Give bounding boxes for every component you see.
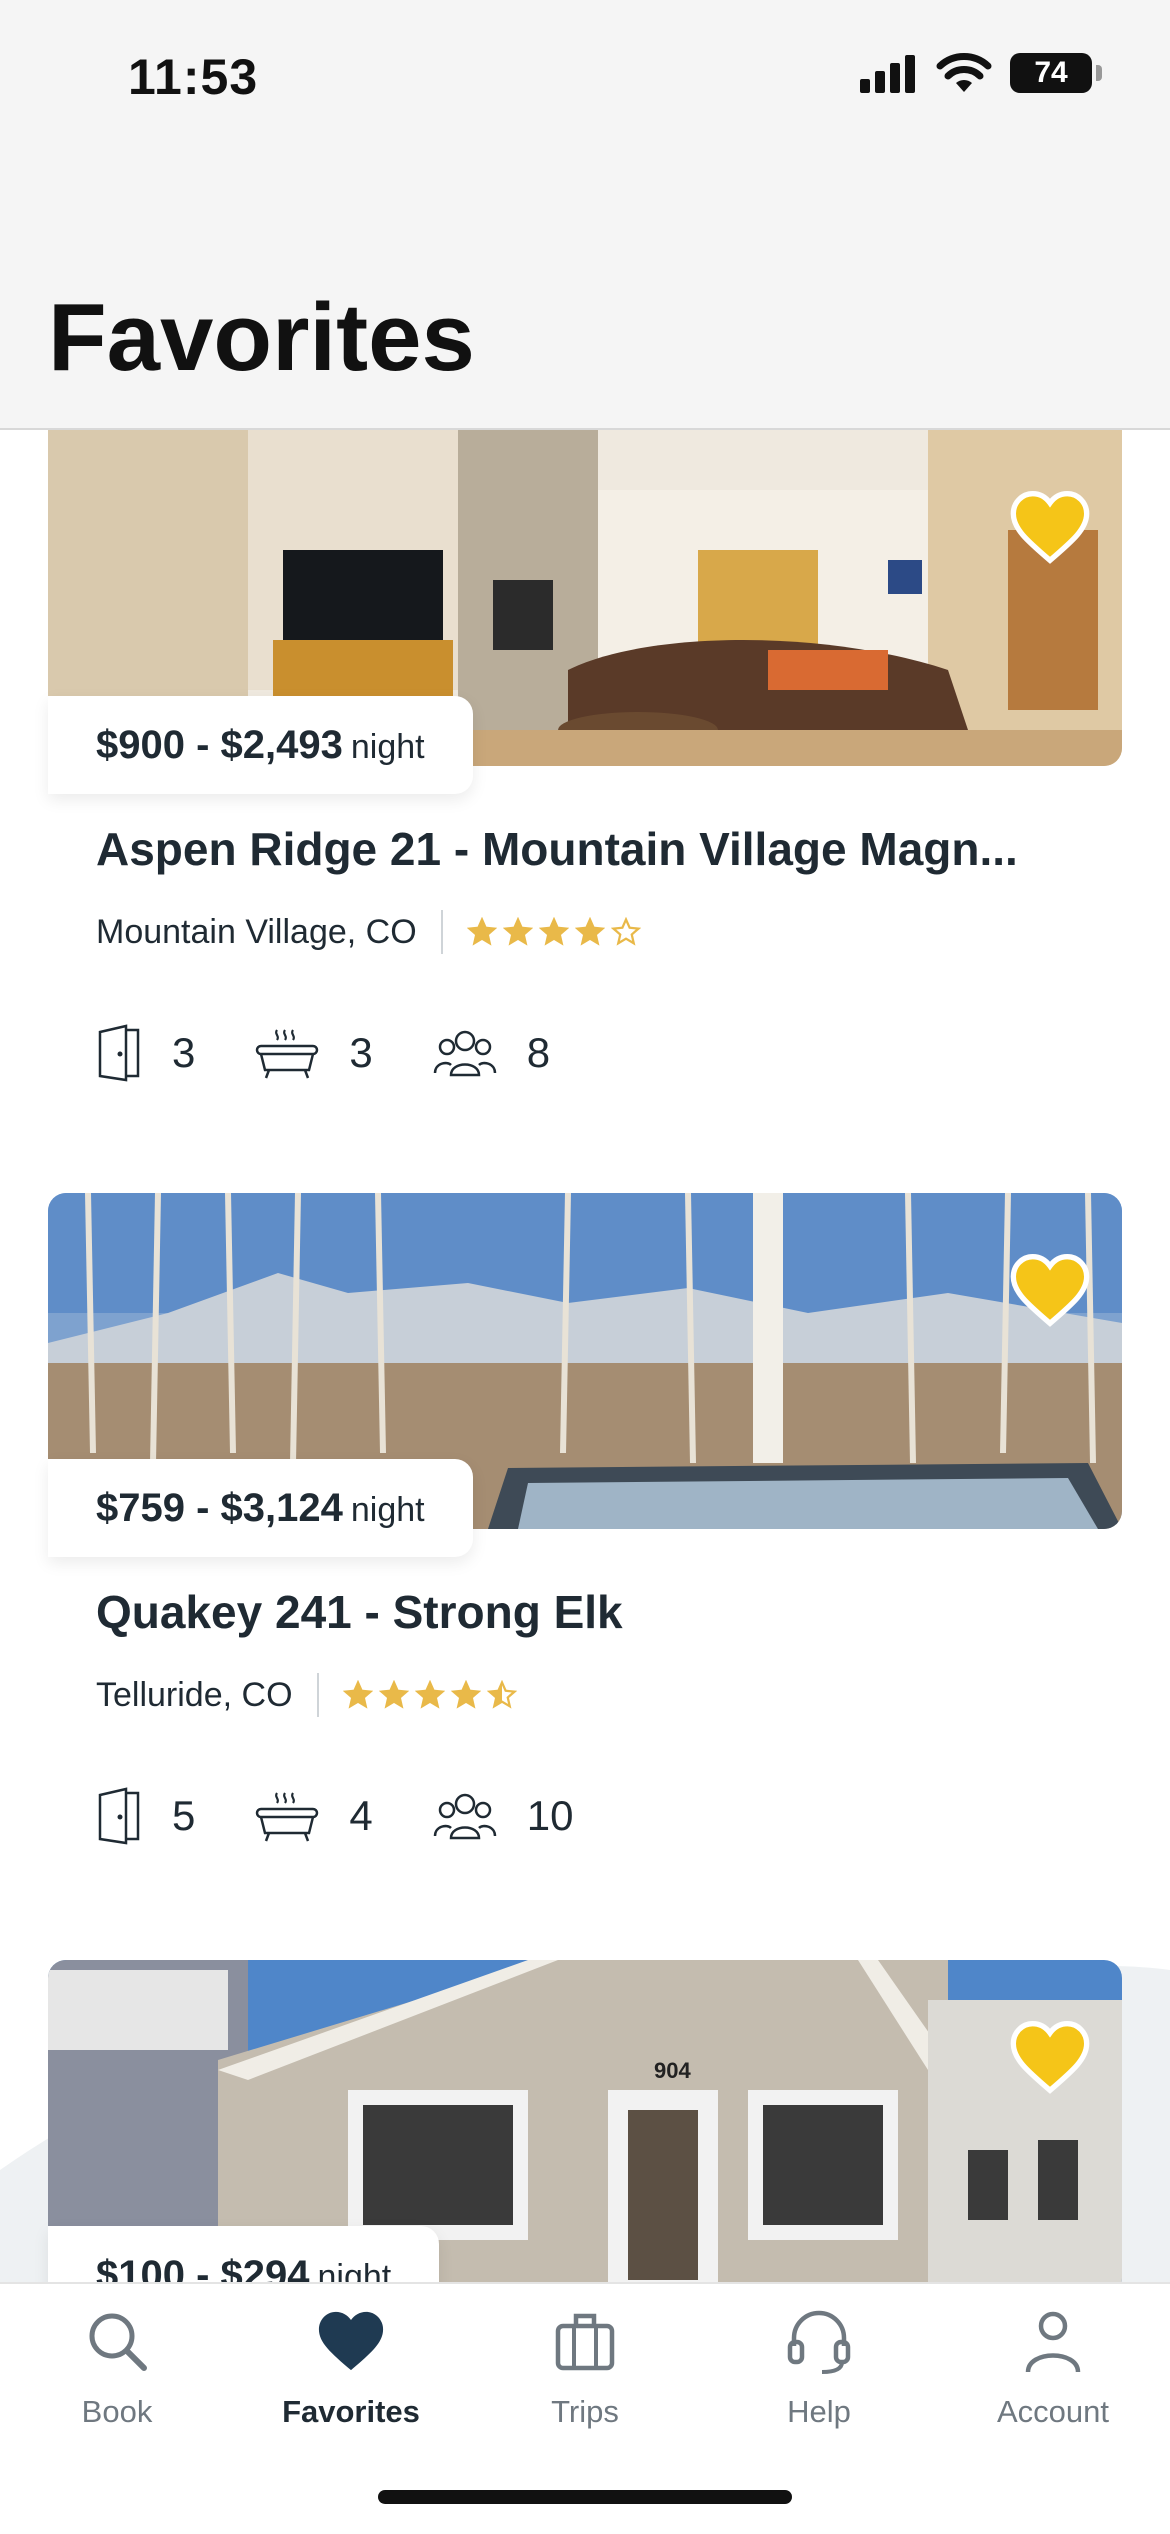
bathrooms: 3 (255, 1026, 373, 1080)
star-full-icon (502, 917, 533, 946)
guests: 10 (433, 1790, 574, 1842)
bathrooms: 4 (255, 1789, 373, 1843)
header: Favorites (0, 150, 1170, 430)
guests-icon (433, 1793, 496, 1840)
listing-card[interactable]: $900 - $2,493 night Aspen Ridge 21 - Mou… (48, 430, 1122, 1082)
star-full-icon (538, 917, 569, 946)
page-title: Favorites (48, 284, 475, 391)
guests-icon (433, 1030, 496, 1077)
favorite-heart-icon[interactable] (1010, 2020, 1090, 2094)
price-tag: $100 - $294 night (48, 2226, 440, 2283)
cellular-signal-icon (860, 55, 915, 93)
guests: 8 (433, 1027, 550, 1079)
divider (440, 910, 443, 954)
listing-location: Telluride, CO (96, 1675, 293, 1714)
heart-icon (318, 2311, 384, 2371)
tab-label: Trips (551, 2394, 619, 2429)
wifi-icon (936, 53, 992, 92)
bedrooms-count: 3 (172, 1029, 196, 1076)
bedrooms-count: 5 (172, 1792, 196, 1839)
amenities-row: 3 3 8 (96, 1018, 610, 1088)
headset-icon (787, 2310, 851, 2374)
star-full-icon (574, 917, 605, 946)
favorite-heart-icon[interactable] (1010, 490, 1090, 564)
location-rating-row: Telluride, CO (96, 1673, 517, 1717)
star-empty-icon (610, 917, 641, 946)
suitcase-icon (555, 2313, 615, 2371)
location-rating-row: Mountain Village, CO (96, 910, 641, 954)
status-time: 11:53 (128, 49, 259, 105)
listing-title[interactable]: Aspen Ridge 21 - Mountain Village Magn..… (96, 822, 1116, 876)
price-range: $100 - $294 (96, 2252, 310, 2283)
tab-label: Book (81, 2394, 153, 2429)
listing-location: Mountain Village, CO (96, 912, 417, 951)
door-icon (98, 1024, 140, 1082)
bathtub-icon (256, 1029, 319, 1079)
tab-help[interactable]: Help (702, 2306, 936, 2430)
price-unit: night (350, 727, 425, 766)
divider (316, 1673, 319, 1717)
price-unit: night (350, 1490, 425, 1529)
amenities-row: 5 4 10 (96, 1781, 633, 1851)
listing-title[interactable]: Quakey 241 - Strong Elk (96, 1585, 1116, 1639)
listing-card[interactable]: 904 $100 - $294 night (48, 1960, 1122, 2282)
tab-book[interactable]: Book (0, 2306, 234, 2430)
tab-favorites[interactable]: Favorites (234, 2306, 468, 2430)
search-icon (89, 2313, 147, 2371)
battery-icon: 74 (1010, 53, 1102, 93)
tab-label: Favorites (282, 2394, 420, 2429)
star-rating (342, 1680, 517, 1710)
bedrooms: 3 (96, 1024, 195, 1082)
status-icons: 74 (858, 52, 1102, 94)
user-icon (1025, 2311, 1081, 2373)
price-unit: night (317, 2257, 392, 2283)
star-rating (466, 917, 641, 947)
price-tag: $759 - $3,124 night (48, 1459, 473, 1557)
star-full-icon (342, 1680, 373, 1709)
price-range: $900 - $2,493 (96, 722, 343, 767)
listing-card[interactable]: $759 - $3,124 night Quakey 241 - Strong … (48, 1193, 1122, 1845)
price-range: $759 - $3,124 (96, 1485, 343, 1530)
house-number: 904 (654, 2058, 691, 2083)
tab-label: Help (787, 2394, 851, 2429)
home-indicator[interactable] (378, 2490, 792, 2504)
bedrooms: 5 (96, 1787, 195, 1845)
door-icon (98, 1787, 140, 1845)
tab-account[interactable]: Account (936, 2306, 1170, 2430)
favorite-heart-icon[interactable] (1010, 1253, 1090, 1327)
favorites-list[interactable]: $900 - $2,493 night Aspen Ridge 21 - Mou… (0, 430, 1170, 2282)
star-full-icon (466, 917, 497, 946)
bathtub-icon (256, 1792, 319, 1842)
guests-count: 8 (526, 1029, 551, 1076)
guests-count: 10 (526, 1792, 574, 1839)
star-full-icon (378, 1680, 409, 1709)
star-half-icon (486, 1680, 517, 1709)
tab-trips[interactable]: Trips (468, 2306, 702, 2430)
bathrooms-count: 3 (349, 1029, 373, 1076)
status-bar: 11:53 74 (0, 0, 1170, 150)
star-full-icon (450, 1680, 481, 1709)
price-tag: $900 - $2,493 night (48, 696, 473, 794)
star-full-icon (414, 1680, 445, 1709)
bathrooms-count: 4 (349, 1792, 373, 1839)
tab-label: Account (996, 2394, 1109, 2429)
